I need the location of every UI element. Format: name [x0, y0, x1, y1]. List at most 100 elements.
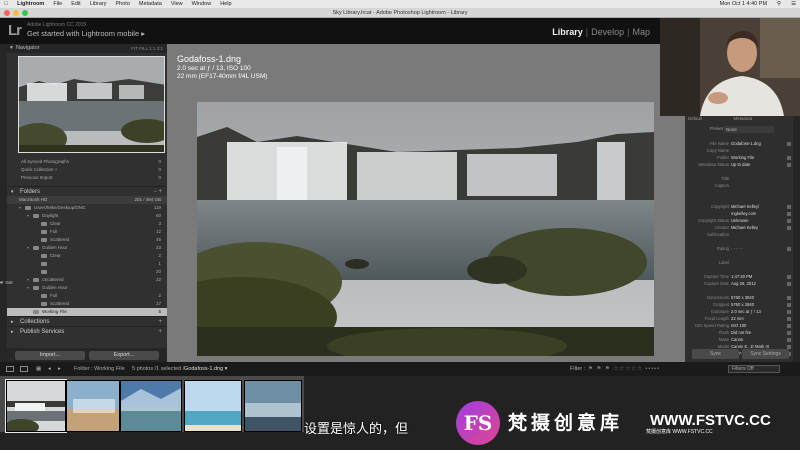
metadata-value[interactable]: 5760 x 3840 — [731, 294, 754, 301]
folder-row[interactable]: Clear 3 — [7, 220, 167, 228]
collapse-triangle-icon[interactable]: ▾ — [10, 44, 13, 53]
main-window-icon[interactable] — [6, 366, 14, 372]
metadata-value[interactable]: Canon — [731, 336, 743, 343]
metadata-value[interactable]: Michael Kelley — [731, 224, 758, 231]
metadata-value[interactable]: Working File — [731, 154, 754, 161]
metadata-value[interactable]: Did not fire — [731, 329, 751, 336]
metadata-value[interactable]: ISO 100 — [731, 322, 746, 329]
catalog-row[interactable]: Previous Import 0 — [7, 174, 167, 182]
metadata-value[interactable]: Unknown — [731, 217, 748, 224]
metadata-action-icon[interactable] — [787, 274, 791, 279]
publish-services-header[interactable]: ▸ Publish Services + — [7, 326, 167, 336]
metadata-set-label[interactable]: Default — [688, 116, 702, 121]
metadata-value[interactable]: 1:47:20 PM — [731, 273, 752, 280]
folder-row[interactable]: ▾ Users/Mike/Desktop/DNG 119 — [7, 204, 167, 212]
forward-arrow-icon[interactable]: ▸ — [58, 362, 61, 376]
navigator-preview[interactable] — [18, 56, 165, 153]
collections-header[interactable]: ▸ Collections + — [7, 316, 167, 326]
thumbnail[interactable] — [184, 380, 242, 432]
metadata-action-icon[interactable] — [787, 211, 791, 216]
metadata-value[interactable]: 2.0 sec at ƒ / 13 — [731, 308, 761, 315]
folder-row[interactable]: Full 2 — [7, 292, 167, 300]
menu-list-icon[interactable]: ☰ — [791, 0, 796, 8]
navigator-header[interactable]: ▾ Navigator FIT FILL 1:1 3:1 — [7, 44, 167, 53]
menu-photo[interactable]: Photo — [116, 0, 130, 8]
metadata-action-icon[interactable] — [787, 302, 791, 307]
metadata-value[interactable]: 22 mm — [731, 315, 744, 322]
clock[interactable]: Mon Oct 1 4:40 PM — [720, 0, 767, 8]
filmstrip-source[interactable]: Folder : Working File — [74, 362, 125, 376]
module-library[interactable]: Library — [552, 27, 583, 37]
metadata-action-icon[interactable] — [787, 162, 791, 167]
menu-metadata[interactable]: Metadata — [139, 0, 162, 8]
secondary-window-icon[interactable] — [20, 366, 28, 372]
loupe-view[interactable]: Godafoss-1.dng 2.0 sec at ƒ / 13, ISO 10… — [167, 44, 685, 362]
metadata-action-icon[interactable] — [787, 155, 791, 160]
folder-row[interactable]: Scattered 45 — [7, 236, 167, 244]
sync-settings-button[interactable]: Sync Settings — [742, 349, 789, 359]
folder-row[interactable]: ▾ cScattered 22 — [7, 276, 167, 284]
menu-edit[interactable]: Edit — [71, 0, 80, 8]
navigator-zoom-options[interactable]: FIT FILL 1:1 3:1 — [131, 44, 163, 53]
import-button[interactable]: Import... — [15, 351, 85, 360]
search-icon[interactable]: ⚲ — [777, 0, 781, 8]
metadata-action-icon[interactable] — [787, 330, 791, 335]
filter-flags-stars[interactable]: ⚑ ⚑ ⚑ ☆☆☆☆☆ ▪▪▪▪▪ — [588, 362, 660, 376]
metadata-action-icon[interactable] — [787, 344, 791, 349]
filmstrip-selected-file[interactable]: Godafoss-1.dng ▾ — [184, 362, 227, 376]
export-button[interactable]: Export... — [89, 351, 159, 360]
metadata-action-icon[interactable] — [787, 225, 791, 230]
main-photo[interactable] — [197, 102, 654, 356]
folder-row[interactable]: 20 — [7, 268, 167, 276]
metadata-action-icon[interactable] — [787, 204, 791, 209]
metadata-action-icon[interactable] — [787, 295, 791, 300]
left-panel-edge[interactable] — [0, 44, 7, 362]
metadata-action-icon[interactable] — [787, 323, 791, 328]
preset-select[interactable]: None — [724, 126, 774, 133]
metadata-action-icon[interactable] — [787, 281, 791, 286]
metadata-action-icon[interactable] — [787, 141, 791, 146]
menu-file[interactable]: File — [53, 0, 62, 8]
metadata-action-icon[interactable] — [787, 246, 791, 251]
folders-header[interactable]: ▾ Folders − + — [7, 186, 167, 196]
sync-button[interactable]: Sync — [692, 349, 739, 359]
volume-row[interactable]: Macintosh HD 201 / 494 GB — [7, 196, 167, 204]
metadata-value[interactable]: Michael Kelley/ — [731, 203, 759, 210]
menu-lightroom[interactable]: Lightroom — [17, 0, 44, 8]
menu-help[interactable]: Help — [220, 0, 231, 8]
grid-icon[interactable]: ▦ — [36, 362, 41, 376]
metadata-action-icon[interactable] — [787, 218, 791, 223]
folder-row[interactable]: Clear 2 — [7, 252, 167, 260]
folder-row[interactable]: ▾ Golden Hour — [7, 284, 167, 292]
thumbnail[interactable] — [66, 380, 120, 432]
menu-library[interactable]: Library — [90, 0, 107, 8]
metadata-value[interactable]: 5760 x 3840 — [731, 301, 754, 308]
menu-view[interactable]: View — [171, 0, 183, 8]
metadata-action-icon[interactable] — [787, 337, 791, 342]
catalog-row[interactable]: Quick Collection + 0 — [7, 166, 167, 174]
folder-row[interactable]: ▾ Golden Hour 23 — [7, 244, 167, 252]
catalog-row[interactable]: All Synced Photographs 0 — [7, 158, 167, 166]
mobile-promo-link[interactable]: Get started with Lightroom mobile ▸ — [27, 29, 145, 38]
back-arrow-icon[interactable]: ◂ — [48, 362, 51, 376]
thumbnail-selected[interactable] — [5, 379, 67, 433]
add-publish-service-icon[interactable]: + — [158, 327, 162, 337]
metadata-value[interactable]: mgkelley.com — [731, 210, 756, 217]
folder-row[interactable]: Full 12 — [7, 228, 167, 236]
metadata-value[interactable]: · · · · · — [731, 245, 743, 252]
folder-row[interactable]: 1 — [7, 260, 167, 268]
metadata-value[interactable]: Godafoss-1.dng — [731, 140, 761, 147]
apple-icon[interactable]:  — [4, 0, 8, 8]
metadata-value[interactable]: Aug 26, 2012 — [731, 280, 756, 287]
metadata-action-icon[interactable] — [787, 309, 791, 314]
expand-triangle-icon[interactable]: ▸ — [11, 327, 14, 337]
thumbnail[interactable] — [244, 380, 302, 432]
folder-row[interactable]: ▾ Daylight 60 — [7, 212, 167, 220]
filter-select[interactable]: Filters Off — [728, 365, 780, 373]
module-map[interactable]: Map — [632, 27, 650, 37]
folder-row[interactable]: Working File 5 — [7, 308, 167, 316]
metadata-value[interactable]: Up to date — [731, 161, 750, 168]
module-develop[interactable]: Develop — [591, 27, 624, 37]
thumbnail[interactable] — [120, 380, 182, 432]
menu-window[interactable]: Window — [192, 0, 212, 8]
